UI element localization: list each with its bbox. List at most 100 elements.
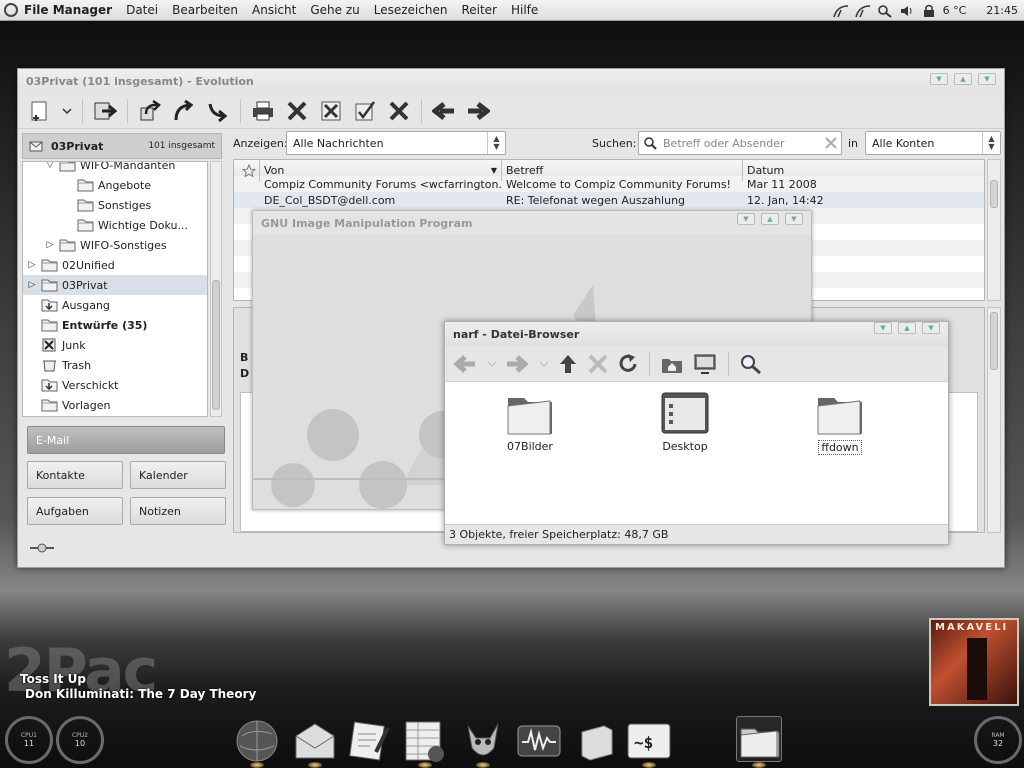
folder-item[interactable]: ▷ WIFO-Sonstiges — [23, 235, 207, 255]
expander-closed-icon[interactable]: ▷ — [27, 280, 37, 290]
show-filter-select[interactable]: Alle Nachrichten ▲ ▼ — [286, 131, 506, 155]
folder-item[interactable]: Ausgang — [23, 295, 207, 315]
close-button[interactable]: ▼ — [785, 213, 803, 225]
dock-gimp[interactable] — [460, 718, 506, 764]
search-icon[interactable] — [739, 353, 763, 375]
dock-system-monitor[interactable] — [516, 718, 562, 764]
gimp-titlebar[interactable]: GNU Image Manipulation Program — [253, 211, 811, 235]
menu-gehe-zu[interactable]: Gehe zu — [310, 3, 359, 17]
folder-item[interactable]: ▷ 03Privat — [23, 275, 207, 295]
menu-lesezeichen[interactable]: Lesezeichen — [374, 3, 448, 17]
ubuntu-logo-icon[interactable] — [4, 3, 18, 17]
subject-column-header[interactable]: Betreff — [502, 160, 743, 181]
maximize-button[interactable]: ▲ — [898, 322, 916, 334]
expander-closed-icon[interactable]: ▷ — [45, 240, 55, 250]
folder-tree-scrollbar[interactable] — [210, 161, 222, 417]
dock-globe[interactable] — [234, 718, 280, 764]
dock-box[interactable] — [574, 718, 620, 764]
menu-datei[interactable]: Datei — [126, 3, 158, 17]
send-receive-button[interactable] — [91, 97, 119, 125]
temperature-readout[interactable]: 6 °C — [943, 4, 967, 17]
dock-mail[interactable] — [292, 718, 338, 764]
search-input[interactable]: Betreff oder Absender — [638, 131, 842, 155]
folder-item[interactable]: Junk — [23, 335, 207, 355]
search-icon[interactable] — [877, 4, 893, 18]
menu-reiter[interactable]: Reiter — [461, 3, 497, 17]
home-folder-icon[interactable] — [660, 353, 684, 375]
folder-item[interactable]: ▷ 02Unified — [23, 255, 207, 275]
message-list-scrollbar[interactable] — [987, 159, 1001, 301]
star-column[interactable] — [234, 160, 260, 181]
minimize-button[interactable]: ▼ — [737, 213, 755, 225]
cpu-freq-icon-2[interactable] — [854, 4, 871, 18]
minimize-button[interactable]: ▼ — [930, 73, 948, 85]
browser-titlebar[interactable]: narf - Datei-Browser — [445, 322, 948, 346]
not-junk-button[interactable] — [351, 97, 379, 125]
cancel-button[interactable] — [385, 97, 413, 125]
chevron-down-icon[interactable] — [539, 360, 549, 368]
reply-button[interactable] — [136, 97, 164, 125]
delete-button[interactable] — [283, 97, 311, 125]
maximize-button[interactable]: ▲ — [761, 213, 779, 225]
menu-hilfe[interactable]: Hilfe — [511, 3, 538, 17]
minimize-button[interactable]: ▼ — [874, 322, 892, 334]
print-button[interactable] — [249, 97, 277, 125]
switcher-style-icon[interactable] — [28, 543, 56, 553]
switcher-email-button[interactable]: E-Mail — [27, 426, 225, 454]
menu-ansicht[interactable]: Ansicht — [252, 3, 296, 17]
switcher-notes-button[interactable]: Notizen — [130, 497, 226, 525]
account-select[interactable]: Alle Konten ▲ ▼ — [865, 131, 1001, 155]
reload-icon[interactable] — [617, 353, 639, 375]
scroll-thumb[interactable] — [990, 312, 998, 370]
maximize-button[interactable]: ▲ — [954, 73, 972, 85]
evolution-titlebar[interactable]: 03Privat (101 insgesamt) - Evolution — [18, 69, 1004, 93]
new-message-button[interactable] — [26, 97, 54, 125]
forward-arrow-icon[interactable] — [505, 354, 531, 374]
junk-button[interactable] — [317, 97, 345, 125]
reply-all-button[interactable] — [170, 97, 198, 125]
from-column-header[interactable]: Von ▼ — [260, 160, 502, 181]
back-arrow-icon[interactable] — [453, 354, 479, 374]
new-dropdown-button[interactable] — [60, 97, 74, 125]
switcher-tasks-button[interactable]: Aufgaben — [27, 497, 123, 525]
message-row[interactable]: DE_Col_BSDT@dell.com RE: Telefonat wegen … — [234, 192, 984, 208]
dock-spreadsheet[interactable] — [402, 718, 448, 764]
expander-open-icon[interactable]: ▽ — [45, 162, 55, 170]
folder-item[interactable]: Trash — [23, 355, 207, 375]
cpu-freq-icon[interactable] — [832, 4, 849, 18]
folder-item[interactable]: Verschickt — [23, 375, 207, 395]
scroll-thumb[interactable] — [212, 280, 220, 410]
folder-item[interactable]: Wichtige Doku... — [23, 215, 207, 235]
next-button[interactable] — [464, 97, 492, 125]
computer-icon[interactable] — [692, 353, 718, 375]
folder-item[interactable]: Angebote — [23, 175, 207, 195]
previous-button[interactable] — [430, 97, 458, 125]
file-item-desktop[interactable]: Desktop — [640, 392, 730, 453]
folder-item[interactable]: Sonstiges — [23, 195, 207, 215]
stop-icon[interactable] — [587, 353, 609, 375]
search-icon[interactable] — [643, 136, 657, 150]
folder-item[interactable]: ▽ WIFO-Mandanten — [23, 162, 207, 175]
folder-item[interactable]: Vorlagen — [23, 395, 207, 415]
album-art[interactable]: MAKAVELI — [929, 618, 1019, 706]
file-item-07bilder[interactable]: 07Bilder — [485, 392, 575, 453]
date-column-header[interactable]: Datum — [743, 160, 984, 181]
forward-button[interactable] — [204, 97, 232, 125]
weather-lock-icon[interactable] — [921, 4, 937, 18]
dock-file-manager[interactable] — [736, 716, 782, 762]
dock-editor[interactable] — [346, 718, 392, 764]
menu-bearbeiten[interactable]: Bearbeiten — [172, 3, 238, 17]
preview-scrollbar[interactable] — [987, 307, 1001, 533]
file-item-ffdown[interactable]: ffdown — [795, 392, 885, 455]
chevron-down-icon[interactable] — [487, 360, 497, 368]
close-button[interactable]: ▼ — [922, 322, 940, 334]
switcher-contacts-button[interactable]: Kontakte — [27, 461, 123, 489]
switcher-calendar-button[interactable]: Kalender — [130, 461, 226, 489]
folder-item[interactable]: Entwürfe (35) — [23, 315, 207, 335]
clock[interactable]: 21:45 — [986, 4, 1018, 17]
close-button[interactable]: ▼ — [978, 73, 996, 85]
volume-icon[interactable] — [899, 4, 915, 18]
expander-closed-icon[interactable]: ▷ — [27, 260, 37, 270]
clear-icon[interactable] — [825, 137, 837, 149]
scroll-thumb[interactable] — [990, 180, 998, 208]
